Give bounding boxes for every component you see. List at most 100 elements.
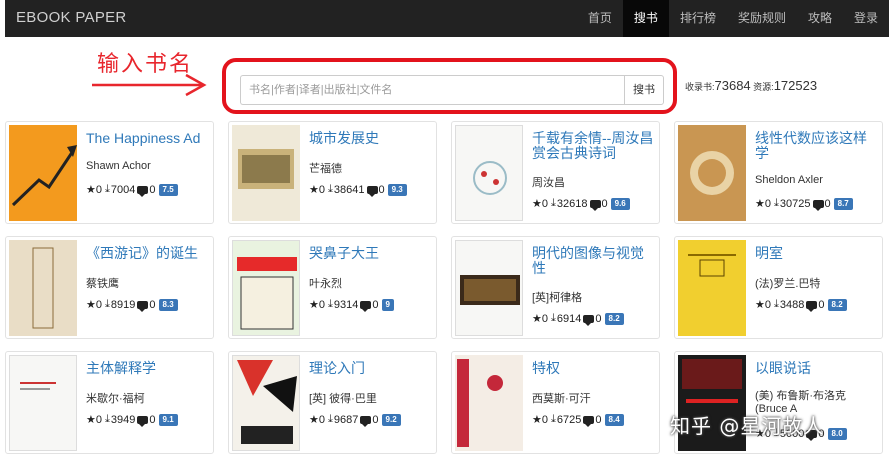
star-count: ★0 [309,299,325,311]
comment-count: 0 [149,413,156,426]
book-card[interactable]: 《西游记》的诞生 蔡铁鹰 ★0 ⤓ 8919 0 8.3 [5,236,214,339]
site-brand[interactable]: EBOOK PAPER [16,9,127,26]
nav-guide[interactable]: 攻略 [797,0,843,37]
comment-icon [806,300,818,312]
star-count: ★0 [86,184,102,196]
search-button[interactable]: 搜书 [624,75,664,105]
book-card[interactable]: 城市发展史 芒福德 ★0 ⤓ 38641 0 9.3 [228,121,437,224]
comment-icon [366,185,378,197]
download-count: 32618 [556,197,588,210]
comment-icon [583,314,595,326]
book-meta: ★0 ⤓ 6725 0 8.4 [532,413,624,427]
book-author[interactable]: 西莫斯·可汗 [532,390,658,406]
book-meta: ★0 ⤓ 6914 0 8.2 [532,312,624,326]
comment-icon [812,199,824,211]
download-icon: ⤓ [770,298,779,310]
rating-badge: 8.4 [604,413,624,426]
book-author[interactable]: 米歇尔·福柯 [86,390,212,406]
book-cover[interactable] [678,125,746,221]
book-title[interactable]: 以眼说话 [755,361,879,376]
book-title[interactable]: The Happiness Ad [86,131,210,146]
download-count: 30725 [779,197,811,210]
search-input[interactable] [240,75,624,105]
comment-count: 0 [818,298,825,311]
comment-count: 0 [601,197,608,210]
book-card[interactable]: 明代的图像与视觉性 [英]柯律格 ★0 ⤓ 6914 0 8.2 [451,236,660,339]
books-count-label: 收录书: [685,82,715,92]
download-icon: ⤓ [547,312,556,324]
download-count: 6725 [556,413,582,426]
book-cover[interactable] [455,125,523,221]
download-count: 6914 [556,312,582,325]
search-highlight-box: 搜书 [222,58,677,114]
download-icon: ⤓ [101,298,110,310]
book-title[interactable]: 哭鼻子大王 [309,246,433,261]
nav-login[interactable]: 登录 [843,0,889,37]
book-meta: ★0 ⤓ 8919 0 8.3 [86,298,178,312]
download-count: 38641 [333,183,365,196]
book-title[interactable]: 主体解释学 [86,361,210,376]
book-author[interactable]: 周汝昌 [532,174,658,190]
book-author[interactable]: [英]柯律格 [532,289,658,305]
rating-badge: 9.6 [610,197,630,210]
comment-icon [137,415,149,427]
book-cover[interactable] [232,240,300,336]
book-card[interactable]: 明室 (法)罗兰.巴特 ★0 ⤓ 3488 0 8.2 [674,236,883,339]
rating-badge: 7.5 [158,183,178,196]
rating-badge: 8.3 [158,298,178,311]
book-cover[interactable] [232,125,300,221]
nav-reward-rules[interactable]: 奖励规则 [727,0,797,37]
book-cover[interactable] [455,240,523,336]
rating-badge: 9 [381,298,394,311]
book-cover[interactable] [9,240,77,336]
book-title[interactable]: 线性代数应该这样学 [755,131,879,161]
book-title[interactable]: 城市发展史 [309,131,433,146]
nav-home[interactable]: 首页 [577,0,623,37]
book-author[interactable]: 叶永烈 [309,275,435,291]
rating-badge: 8.2 [604,312,624,325]
book-card[interactable]: 理论入门 [英] 彼得·巴里 ★0 ⤓ 9687 0 9.2 [228,351,437,454]
book-cover[interactable] [455,355,523,451]
book-card[interactable]: The Happiness Ad Shawn Achor ★0 ⤓ 7004 0 … [5,121,214,224]
book-card[interactable]: 千载有余情--周汝昌赏会古典诗词 周汝昌 ★0 ⤓ 32618 0 9.6 [451,121,660,224]
book-card[interactable]: 主体解释学 米歇尔·福柯 ★0 ⤓ 3949 0 9.1 [5,351,214,454]
download-icon: ⤓ [324,413,333,425]
book-meta: ★0 ⤓ 3949 0 9.1 [86,413,178,427]
star-count: ★0 [532,313,548,325]
book-card[interactable]: 线性代数应该这样学 Sheldon Axler ★0 ⤓ 30725 0 8.7 [674,121,883,224]
book-title[interactable]: 千载有余情--周汝昌赏会古典诗词 [532,131,656,161]
book-author[interactable]: 芒福德 [309,160,435,176]
book-meta: ★0 ⤓ 32618 0 9.6 [532,197,630,211]
nav-ranking[interactable]: 排行榜 [669,0,727,37]
books-count: 73684 [714,78,751,93]
book-meta: ★0 ⤓ 9314 0 9 [309,298,394,312]
comment-count: 0 [824,197,831,210]
book-title[interactable]: 理论入门 [309,361,433,376]
book-title[interactable]: 明室 [755,246,879,261]
book-cover[interactable] [678,240,746,336]
annotation-arrow-icon [92,73,207,97]
rating-badge: 9.1 [158,413,178,426]
book-card[interactable]: 哭鼻子大王 叶永烈 ★0 ⤓ 9314 0 9 [228,236,437,339]
rating-badge: 8.7 [833,197,853,210]
download-icon: ⤓ [324,183,333,195]
book-title[interactable]: 明代的图像与视觉性 [532,246,656,276]
book-author[interactable]: Sheldon Axler [755,174,881,186]
book-cover[interactable] [232,355,300,451]
book-cover[interactable] [9,355,77,451]
book-title[interactable]: 《西游记》的诞生 [86,246,210,261]
book-author[interactable]: (法)罗兰.巴特 [755,275,881,291]
book-meta: ★0 ⤓ 9687 0 9.2 [309,413,401,427]
book-card[interactable]: 特权 西莫斯·可汗 ★0 ⤓ 6725 0 8.4 [451,351,660,454]
nav-search-books[interactable]: 搜书 [622,0,669,37]
download-count: 3949 [110,413,136,426]
book-author[interactable]: [英] 彼得·巴里 [309,390,435,406]
comment-icon [360,415,372,427]
book-title[interactable]: 特权 [532,361,656,376]
top-navbar: EBOOK PAPER 首页 搜书 排行榜 奖励规则 攻略 登录 [5,0,889,37]
star-count: ★0 [755,198,771,210]
book-cover[interactable] [9,125,77,221]
book-author[interactable]: Shawn Achor [86,160,212,172]
book-author[interactable]: 蔡铁鹰 [86,275,212,291]
comment-icon [137,300,149,312]
